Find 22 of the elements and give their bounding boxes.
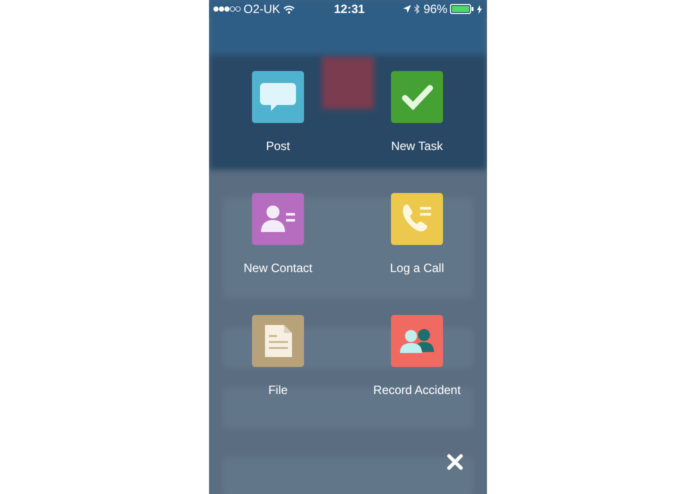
charging-bolt-icon	[477, 4, 482, 14]
chat-bubble-icon	[252, 71, 304, 123]
bluetooth-icon	[414, 4, 420, 14]
signal-icon	[212, 6, 240, 12]
wifi-icon	[283, 4, 296, 14]
action-button[interactable]: New Task	[391, 71, 443, 155]
location-arrow-icon	[403, 5, 412, 13]
clock-time: 12:31	[334, 1, 365, 18]
checkmark-icon	[391, 71, 443, 123]
action-button[interactable]: File	[252, 315, 304, 399]
battery-icon	[450, 4, 474, 14]
phone-icon	[390, 193, 443, 245]
action-button[interactable]: New Contact	[244, 193, 312, 277]
battery-percent: 96%	[423, 1, 448, 18]
contact-card-icon	[252, 193, 304, 245]
two-people-icon	[390, 315, 443, 367]
action-button[interactable]: Post	[252, 71, 304, 155]
action-button[interactable]: Log a Call	[390, 193, 444, 277]
action-button[interactable]: Record Accident	[373, 315, 461, 399]
carrier-name: O2-UK	[244, 1, 280, 18]
close-button[interactable]	[444, 452, 464, 472]
document-icon	[252, 315, 304, 367]
